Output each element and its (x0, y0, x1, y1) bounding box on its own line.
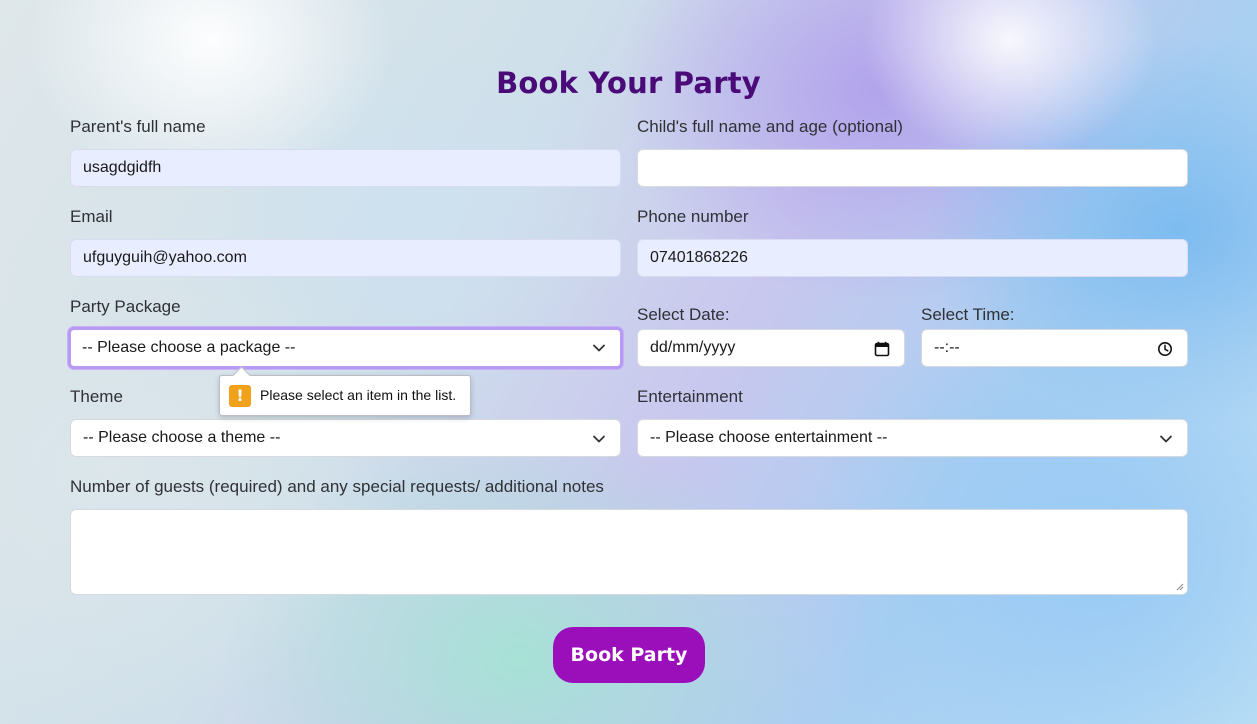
tooltip-message: Please select an item in the list. (260, 387, 457, 403)
resize-handle-icon[interactable] (1176, 583, 1184, 591)
validation-tooltip: ! Please select an item in the list. (219, 366, 471, 416)
child-name-label: Child's full name and age (optional) (637, 117, 903, 136)
child-name-input[interactable] (637, 149, 1188, 187)
date-label: Select Date: (637, 305, 730, 324)
notes-label: Number of guests (required) and any spec… (70, 477, 604, 496)
clock-icon[interactable] (1157, 341, 1173, 357)
email-input[interactable]: ufguyguih@yahoo.com (70, 239, 621, 277)
time-placeholder: --:-- (934, 339, 960, 356)
theme-selected-value: -- Please choose a theme -- (83, 429, 281, 446)
entertainment-select[interactable]: -- Please choose entertainment -- (637, 419, 1188, 457)
time-label: Select Time: (921, 305, 1015, 324)
chevron-down-icon (593, 344, 605, 352)
phone-label: Phone number (637, 207, 749, 226)
date-placeholder: dd/mm/yyyy (650, 339, 736, 356)
page-title: Book Your Party (496, 66, 761, 100)
package-selected-value: -- Please choose a package -- (82, 339, 296, 356)
parent-name-label: Parent's full name (70, 117, 206, 136)
chevron-down-icon (1160, 435, 1172, 443)
package-select[interactable]: -- Please choose a package -- (68, 327, 623, 369)
time-input[interactable]: --:-- (921, 329, 1188, 367)
notes-textarea[interactable] (70, 509, 1188, 595)
entertainment-label: Entertainment (637, 387, 743, 406)
tooltip-caret (232, 366, 251, 385)
book-party-button[interactable]: Book Party (553, 627, 705, 683)
date-input[interactable]: dd/mm/yyyy (637, 329, 905, 367)
email-label: Email (70, 207, 113, 226)
package-label: Party Package (70, 297, 181, 316)
entertainment-selected-value: -- Please choose entertainment -- (650, 429, 888, 446)
theme-select[interactable]: -- Please choose a theme -- (70, 419, 621, 457)
phone-input[interactable]: 07401868226 (637, 239, 1188, 277)
warning-icon: ! (229, 385, 251, 407)
chevron-down-icon (593, 435, 605, 443)
calendar-icon[interactable] (874, 341, 890, 357)
theme-label: Theme (70, 387, 123, 406)
parent-name-input[interactable]: usagdgidfh (70, 149, 621, 187)
